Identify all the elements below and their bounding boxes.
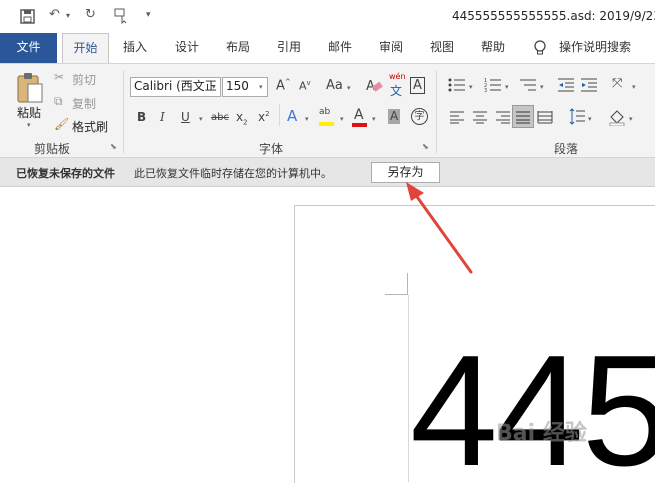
copy-icon: ⧉ xyxy=(54,94,63,108)
align-left-icon[interactable] xyxy=(449,110,465,124)
tab-layout[interactable]: 布局 xyxy=(216,33,260,63)
subscript-icon[interactable]: x2 xyxy=(236,110,248,126)
copy-button[interactable]: 复制 xyxy=(72,95,96,112)
clipboard-group-label: 剪贴板 xyxy=(34,142,71,156)
bold-icon[interactable]: B xyxy=(137,110,146,124)
justify-icon xyxy=(516,111,530,124)
change-case-icon[interactable]: Aa xyxy=(326,78,343,93)
ribbon-tabs: 文件 开始 插入 设计 布局 引用 邮件 审阅 视图 帮助 操作说明搜索 xyxy=(0,33,655,64)
separator xyxy=(436,70,437,154)
highlight-icon[interactable]: ab xyxy=(319,107,330,117)
clipboard-launcher-icon[interactable]: ⬊ xyxy=(110,142,117,151)
format-painter-button[interactable]: 格式刷 xyxy=(72,118,108,135)
customize-qat-icon[interactable]: ▾ xyxy=(146,10,151,20)
separator xyxy=(279,104,280,126)
strikethrough-icon[interactable]: abc xyxy=(211,112,229,123)
title-bar: ↶ ▾ ↻ ▾ 445555555555555.asd: 2019/9/23 xyxy=(0,0,655,33)
paste-label[interactable]: 粘贴 xyxy=(17,104,41,121)
font-name-value: Calibri (西文正 xyxy=(134,79,217,93)
character-border-icon[interactable]: A xyxy=(410,77,425,94)
cut-icon: ✂ xyxy=(54,70,65,84)
tab-mailings[interactable]: 邮件 xyxy=(318,33,362,63)
text-effects-dropdown-icon[interactable]: ▾ xyxy=(305,115,309,123)
tab-insert[interactable]: 插入 xyxy=(113,33,157,63)
font-name-dropdown-icon[interactable]: ▾ xyxy=(212,83,216,91)
line-spacing-icon[interactable] xyxy=(569,108,585,125)
chinese-layout-dropdown-icon[interactable]: ▾ xyxy=(632,83,636,91)
align-center-icon[interactable] xyxy=(472,110,488,124)
numbering-icon[interactable]: 123 xyxy=(484,77,502,93)
separator xyxy=(123,70,124,154)
clear-formatting-icon[interactable]: A xyxy=(365,76,383,94)
distributed-icon[interactable] xyxy=(537,110,553,124)
superscript-icon[interactable]: x2 xyxy=(258,110,270,124)
shading-icon[interactable] xyxy=(608,108,626,126)
paste-dropdown-icon[interactable]: ▾ xyxy=(27,121,31,129)
bullets-dropdown-icon[interactable]: ▾ xyxy=(469,83,473,91)
shading-dropdown-icon[interactable]: ▾ xyxy=(629,115,633,123)
chinese-layout-icon[interactable]: ⤧ xyxy=(612,76,622,91)
touch-mode-icon[interactable] xyxy=(114,8,130,24)
underline-dropdown-icon[interactable]: ▾ xyxy=(199,115,203,123)
increase-indent-icon[interactable] xyxy=(580,77,598,93)
phonetic-guide-icon[interactable]: 文 xyxy=(390,82,402,99)
underline-icon[interactable]: U xyxy=(181,110,190,124)
font-size-value: 150 xyxy=(226,79,249,93)
recovered-file-message-bar: 已恢复未保存的文件 此已恢复文件临时存储在您的计算机中。 xyxy=(0,158,655,187)
font-color-icon[interactable]: A xyxy=(354,107,364,123)
tab-home[interactable]: 开始 xyxy=(62,33,109,64)
text-boundary-line xyxy=(408,295,409,482)
font-color-dropdown-icon[interactable]: ▾ xyxy=(372,115,376,123)
change-case-dropdown-icon[interactable]: ▾ xyxy=(347,84,351,92)
line-spacing-dropdown-icon[interactable]: ▾ xyxy=(588,115,592,123)
cut-button[interactable]: 剪切 xyxy=(72,71,96,88)
ribbon-home: 粘贴 ▾ ✂ 剪切 ⧉ 复制 🖌 格式刷 剪贴板 ⬊ Calibri (西文正 … xyxy=(0,63,655,158)
document-body-text[interactable]: 445 xyxy=(410,332,655,490)
tab-file[interactable]: 文件 xyxy=(0,33,57,63)
font-group-label: 字体 xyxy=(259,142,284,156)
font-color-swatch xyxy=(352,123,367,127)
message-bar-title: 已恢复未保存的文件 xyxy=(16,167,115,180)
message-bar-text: 此已恢复文件临时存储在您的计算机中。 xyxy=(134,167,332,180)
lightbulb-icon xyxy=(534,40,546,55)
tab-review[interactable]: 审阅 xyxy=(369,33,413,63)
tab-references[interactable]: 引用 xyxy=(267,33,311,63)
save-icon[interactable] xyxy=(20,9,35,24)
undo-dropdown-icon[interactable]: ▾ xyxy=(66,11,70,20)
numbering-dropdown-icon[interactable]: ▾ xyxy=(505,83,509,91)
window-title: 445555555555555.asd: 2019/9/23 xyxy=(452,9,655,23)
paragraph-group-label: 段落 xyxy=(554,142,579,156)
svg-text:3: 3 xyxy=(484,88,487,93)
font-size-dropdown-icon[interactable]: ▾ xyxy=(259,83,263,91)
baidu-jingyan-watermark: Bai 经验 xyxy=(496,421,587,446)
align-right-icon[interactable] xyxy=(495,110,511,124)
redo-icon[interactable]: ↻ xyxy=(85,7,96,22)
font-name-combo[interactable]: Calibri (西文正 xyxy=(130,77,221,97)
multilevel-list-icon[interactable] xyxy=(519,77,537,93)
tab-design[interactable]: 设计 xyxy=(165,33,209,63)
decrease-indent-icon[interactable] xyxy=(557,77,575,93)
grow-font-icon[interactable]: A^ xyxy=(276,78,291,93)
enclose-characters-icon[interactable]: 字 xyxy=(411,108,428,125)
phonetic-guide-reading: wén xyxy=(389,72,406,81)
tab-view[interactable]: 视图 xyxy=(420,33,464,63)
tab-help[interactable]: 帮助 xyxy=(471,33,515,63)
tell-me-search[interactable]: 操作说明搜索 xyxy=(559,33,655,63)
format-painter-icon: 🖌 xyxy=(54,117,70,131)
paste-icon[interactable] xyxy=(14,72,46,104)
text-effects-icon[interactable]: A xyxy=(287,107,297,125)
save-as-button[interactable]: 另存为 xyxy=(371,162,440,183)
character-shading-icon[interactable]: A xyxy=(388,109,401,124)
italic-icon[interactable]: I xyxy=(160,110,165,124)
highlight-dropdown-icon[interactable]: ▾ xyxy=(340,115,344,123)
shrink-font-icon[interactable]: Av xyxy=(299,79,311,93)
multilevel-list-dropdown-icon[interactable]: ▾ xyxy=(540,83,544,91)
undo-icon[interactable]: ↶ xyxy=(49,7,60,22)
font-launcher-icon[interactable]: ⬊ xyxy=(422,142,429,151)
highlight-color-swatch xyxy=(319,122,334,126)
justify-button[interactable] xyxy=(512,105,534,128)
page-corner-mark xyxy=(385,273,408,295)
bullets-icon[interactable] xyxy=(448,77,466,93)
